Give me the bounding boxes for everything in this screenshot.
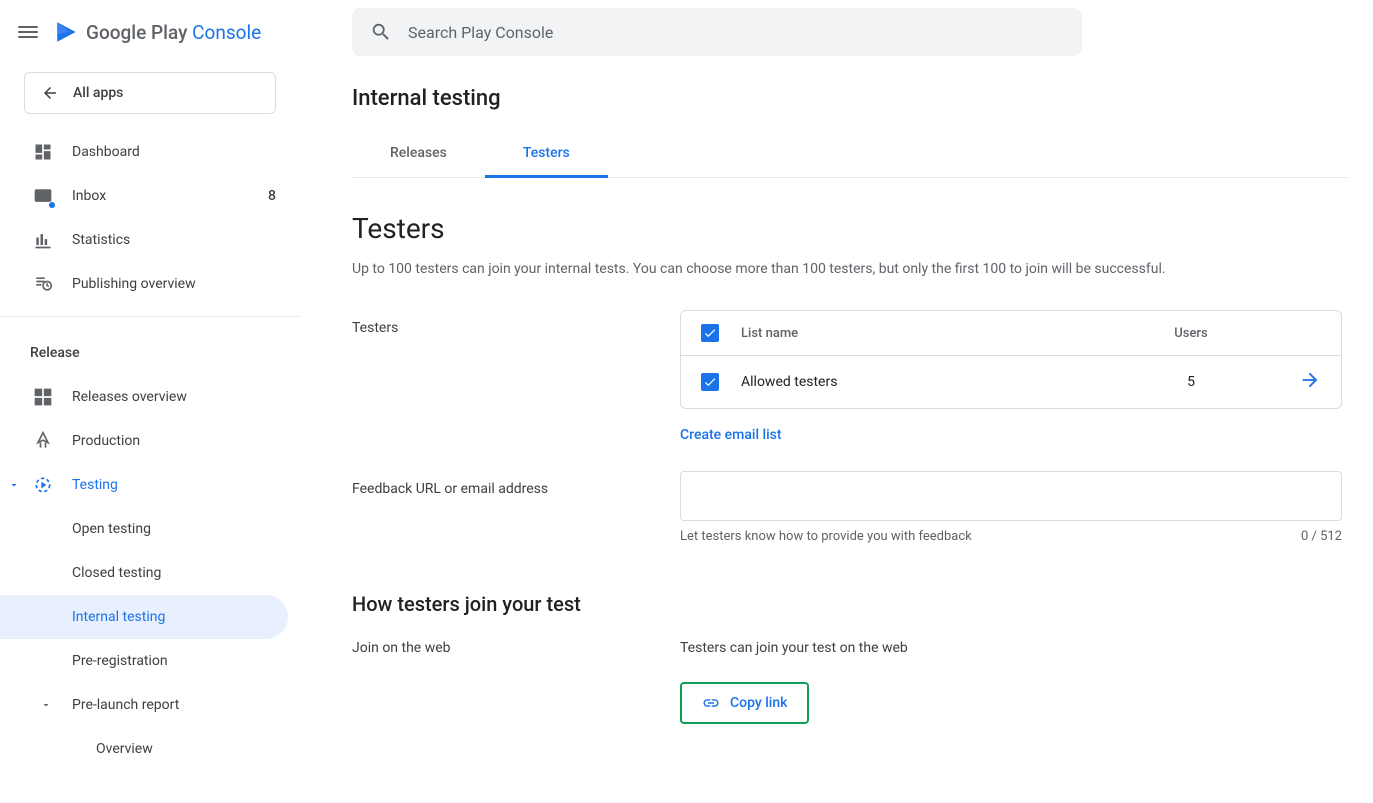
play-logo-icon xyxy=(54,19,80,45)
nav-closed-testing[interactable]: Closed testing xyxy=(0,551,300,595)
join-on-web-desc: Testers can join your test on the web xyxy=(680,640,1349,656)
testers-section-title: Testers xyxy=(352,212,1349,245)
col-header-name: List name xyxy=(741,326,1101,341)
arrow-right-icon xyxy=(1299,369,1321,391)
tab-releases[interactable]: Releases xyxy=(352,131,485,178)
bar-chart-icon xyxy=(32,229,54,251)
nav-testing[interactable]: Testing xyxy=(0,463,300,507)
nav-pre-launch-report[interactable]: Pre-launch report xyxy=(0,683,300,727)
feedback-field-label: Feedback URL or email address xyxy=(352,471,680,544)
nav-pre-registration[interactable]: Pre-registration xyxy=(0,639,300,683)
join-section-title: How testers join your test xyxy=(352,592,1349,616)
nav-inbox-badge: 8 xyxy=(268,188,276,204)
publishing-icon xyxy=(32,273,54,295)
testers-section-desc: Up to 100 testers can join your internal… xyxy=(352,259,1349,280)
play-console-logo[interactable]: Google Play Console xyxy=(54,19,261,45)
dashboard-icon xyxy=(32,141,54,163)
nav-inbox[interactable]: Inbox 8 xyxy=(0,174,300,218)
nav-releases-overview[interactable]: Releases overview xyxy=(0,375,300,419)
all-apps-button[interactable]: All apps xyxy=(24,72,276,114)
join-on-web-label: Join on the web xyxy=(352,640,680,724)
nav-production-label: Production xyxy=(72,433,276,449)
nav-inbox-label: Inbox xyxy=(72,188,250,204)
nav-dashboard-label: Dashboard xyxy=(72,144,276,160)
nav-publishing-overview[interactable]: Publishing overview xyxy=(0,262,300,306)
nav-closed-testing-label: Closed testing xyxy=(72,565,276,581)
rocket-icon xyxy=(32,430,54,452)
nav-pre-launch-label: Pre-launch report xyxy=(32,697,276,713)
nav-pre-registration-label: Pre-registration xyxy=(72,653,276,669)
select-all-checkbox[interactable] xyxy=(701,324,719,342)
nav-plr-overview-label: Overview xyxy=(96,741,276,757)
nav-internal-testing-label: Internal testing xyxy=(72,609,264,625)
copy-link-label: Copy link xyxy=(730,695,787,711)
testers-field-label: Testers xyxy=(352,310,680,443)
search-icon xyxy=(370,21,392,43)
feedback-char-counter: 0 / 512 xyxy=(1301,529,1342,544)
copy-link-button[interactable]: Copy link xyxy=(684,686,805,720)
chevron-down-icon xyxy=(40,699,52,711)
chevron-down-icon xyxy=(8,479,20,491)
create-email-list-link[interactable]: Create email list xyxy=(680,427,782,443)
menu-icon[interactable] xyxy=(16,20,40,44)
table-row: Allowed testers 5 xyxy=(681,356,1341,408)
table-header-row: List name Users xyxy=(681,311,1341,356)
arrow-left-icon xyxy=(41,84,59,102)
row-arrow-button[interactable] xyxy=(1281,369,1321,395)
search-input[interactable] xyxy=(408,23,1064,42)
tab-testers[interactable]: Testers xyxy=(485,131,608,178)
inbox-icon xyxy=(32,185,54,207)
nav-plr-overview[interactable]: Overview xyxy=(0,727,300,771)
feedback-helper-text: Let testers know how to provide you with… xyxy=(680,529,972,544)
row-checkbox[interactable] xyxy=(701,373,719,391)
nav-publishing-label: Publishing overview xyxy=(72,276,276,292)
col-header-users: Users xyxy=(1121,326,1261,341)
nav-release-heading: Release xyxy=(0,327,300,375)
logo-google-play: Google Play xyxy=(86,21,187,44)
nav-production[interactable]: Production xyxy=(0,419,300,463)
nav-releases-overview-label: Releases overview xyxy=(72,389,276,405)
search-bar[interactable] xyxy=(352,8,1082,56)
nav-open-testing[interactable]: Open testing xyxy=(0,507,300,551)
nav-internal-testing[interactable]: Internal testing xyxy=(0,595,288,639)
nav-testing-label: Testing xyxy=(72,477,276,493)
feedback-input[interactable] xyxy=(680,471,1342,521)
row-list-name: Allowed testers xyxy=(741,374,1101,390)
testers-table: List name Users Allowed testers 5 xyxy=(680,310,1342,409)
logo-console: Console xyxy=(192,21,261,44)
link-icon xyxy=(702,694,720,712)
nav-statistics[interactable]: Statistics xyxy=(0,218,300,262)
all-apps-label: All apps xyxy=(73,85,123,101)
nav-dashboard[interactable]: Dashboard xyxy=(0,130,300,174)
row-users-count: 5 xyxy=(1121,374,1261,390)
testing-icon xyxy=(32,474,54,496)
tab-bar: Releases Testers xyxy=(352,131,1349,178)
page-title: Internal testing xyxy=(352,86,1349,111)
nav-open-testing-label: Open testing xyxy=(72,521,276,537)
nav-statistics-label: Statistics xyxy=(72,232,276,248)
grid-icon xyxy=(32,386,54,408)
